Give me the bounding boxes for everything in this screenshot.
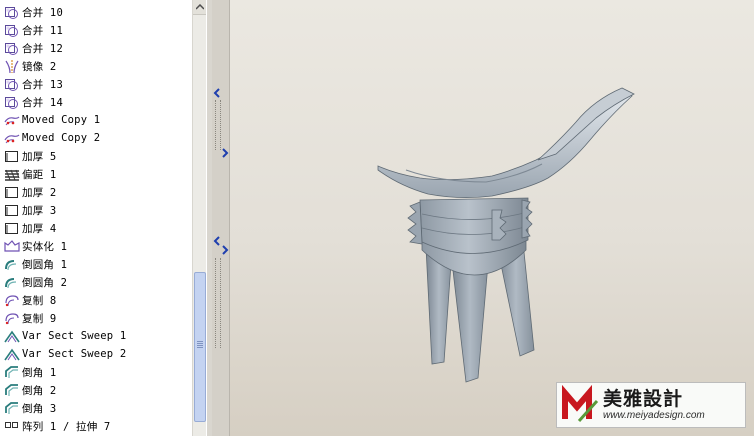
tree-item-label: 倒圆角 2 xyxy=(22,276,68,289)
thicken-icon xyxy=(5,150,18,162)
tree-item[interactable]: 倒角 3 xyxy=(0,399,192,417)
tree-item-label: 加厚 4 xyxy=(22,222,57,235)
merge-icon xyxy=(5,24,18,37)
tree-item[interactable]: 倒圆角 1 xyxy=(0,255,192,273)
tree-item-label: 合并 12 xyxy=(22,42,63,55)
scroll-up-button[interactable] xyxy=(193,0,207,15)
chevron-up-icon xyxy=(196,4,204,10)
tree-item[interactable]: 加厚 2 xyxy=(0,183,192,201)
copy-icon xyxy=(5,294,19,306)
navigator-splitter[interactable] xyxy=(212,0,230,436)
tree-item-label: 合并 10 xyxy=(22,6,63,19)
tree-item[interactable]: 加厚 3 xyxy=(0,201,192,219)
copy-icon xyxy=(5,312,19,324)
tree-item[interactable]: Moved Copy 2 xyxy=(0,129,192,147)
jue-vessel-model xyxy=(377,87,635,383)
tree-item-label: 实体化 1 xyxy=(22,240,68,253)
tree-item-label: 阵列 1 / 拉伸 7 xyxy=(22,420,111,433)
tree-item[interactable]: 合并 12 xyxy=(0,39,192,57)
collapse-left-icon[interactable] xyxy=(213,236,221,246)
spout-upper xyxy=(537,87,635,161)
watermark-url: www.meiyadesign.com xyxy=(603,410,705,421)
scroll-thumb[interactable] xyxy=(194,272,206,422)
tree-item-label: 加厚 3 xyxy=(22,204,57,217)
moved-copy-icon xyxy=(4,116,20,125)
tree-item-label: Moved Copy 1 xyxy=(22,114,101,126)
expand-right-icon[interactable] xyxy=(221,245,229,255)
tree-item[interactable]: 倒圆角 2 xyxy=(0,273,192,291)
flange-left xyxy=(407,201,423,245)
watermark: 美雅設計 www.meiyadesign.com xyxy=(556,382,746,428)
flange-right xyxy=(521,199,533,239)
splitter-grip xyxy=(215,258,221,348)
tree-item[interactable]: 镜像 2 xyxy=(0,57,192,75)
tree-item-label: 复制 9 xyxy=(22,312,57,325)
chamfer-icon xyxy=(5,401,18,414)
round-icon xyxy=(5,277,17,288)
merge-icon xyxy=(5,96,18,109)
tree-item-label: 合并 13 xyxy=(22,78,63,91)
tree-item-label: 倒圆角 1 xyxy=(22,258,68,271)
tree-item-label: 合并 11 xyxy=(22,24,63,37)
tree-item[interactable]: 复制 9 xyxy=(0,309,192,327)
tree-item-label: Moved Copy 2 xyxy=(22,132,101,144)
pattern-icon xyxy=(5,421,18,428)
merge-icon xyxy=(5,6,18,19)
tree-item[interactable]: Moved Copy 1 xyxy=(0,111,192,129)
tree-item[interactable]: 阵列 1 / 拉伸 7 xyxy=(0,417,192,435)
tree-item-label: 加厚 5 xyxy=(22,150,57,163)
watermark-title: 美雅設計 xyxy=(603,388,684,410)
tree-item[interactable]: Var Sect Sweep 2 xyxy=(0,345,192,363)
tree-item-label: 倒角 1 xyxy=(22,366,57,379)
graphics-viewport[interactable] xyxy=(230,0,754,436)
tree-item-label: 偏距 1 xyxy=(22,168,57,181)
solidify-icon xyxy=(4,239,20,252)
var-sect-sweep-icon xyxy=(4,330,20,342)
tree-item-label: 倒角 2 xyxy=(22,384,57,397)
var-sect-sweep-icon xyxy=(4,348,20,360)
tree-item[interactable]: 加厚 4 xyxy=(0,219,192,237)
tree-item-label: Var Sect Sweep 1 xyxy=(22,330,127,342)
meiya-logo-icon xyxy=(562,385,599,423)
thicken-icon xyxy=(5,204,18,216)
tree-item-label: 合并 14 xyxy=(22,96,63,109)
tree-item-label: Var Sect Sweep 2 xyxy=(22,348,127,360)
tree-item-label: 镜像 2 xyxy=(22,60,57,73)
tree-item[interactable]: 实体化 1 xyxy=(0,237,192,255)
chamfer-icon xyxy=(5,365,18,378)
tree-item[interactable]: 合并 13 xyxy=(0,75,192,93)
moved-copy-icon xyxy=(4,134,20,143)
model-tree: 合并 10 合并 11 合并 12 镜像 2 合并 13 合并 14 Moved Copy … xyxy=(0,0,192,436)
tree-item[interactable]: 偏距 1 xyxy=(0,165,192,183)
tree-item-label: 加厚 2 xyxy=(22,186,57,199)
tree-item[interactable]: 合并 10 xyxy=(0,3,192,21)
leg-front xyxy=(451,261,489,383)
expand-right-icon[interactable] xyxy=(221,148,229,158)
tree-item-label: 倒角 3 xyxy=(22,402,57,415)
tree-vertical-scrollbar[interactable] xyxy=(192,0,207,436)
tree-item[interactable]: 合并 11 xyxy=(0,21,192,39)
thicken-icon xyxy=(5,222,18,234)
chamfer-icon xyxy=(5,383,18,396)
tree-item[interactable]: 合并 14 xyxy=(0,93,192,111)
tree-item[interactable]: 复制 8 xyxy=(0,291,192,309)
tree-item[interactable]: Var Sect Sweep 1 xyxy=(0,327,192,345)
merge-icon xyxy=(5,42,18,55)
tree-item[interactable]: 倒角 2 xyxy=(0,381,192,399)
tree-item[interactable]: 倒角 1 xyxy=(0,363,192,381)
collapse-left-icon[interactable] xyxy=(213,88,221,98)
round-icon xyxy=(5,259,17,270)
tree-item-label: 复制 8 xyxy=(22,294,57,307)
tree-item[interactable]: 加厚 5 xyxy=(0,147,192,165)
cup-body xyxy=(419,197,529,254)
merge-icon xyxy=(5,78,18,91)
offset-icon xyxy=(5,169,20,181)
thicken-icon xyxy=(5,186,18,198)
mirror-icon xyxy=(5,59,19,73)
splitter-grip xyxy=(215,100,221,150)
